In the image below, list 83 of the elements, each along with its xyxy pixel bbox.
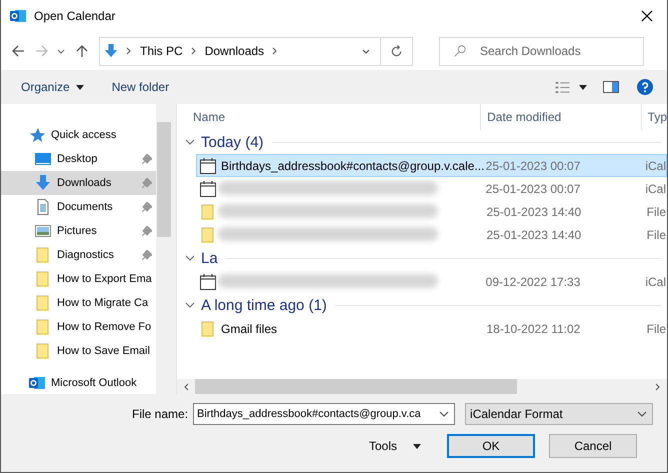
- breadcrumb[interactable]: Downloads: [204, 44, 264, 58]
- folder-icon: [35, 319, 51, 335]
- scrollbar[interactable]: [177, 379, 667, 394]
- file-name-field[interactable]: Birthdays_addressbook#contacts@group.v.ca: [193, 403, 456, 425]
- group-header[interactable]: A long time ago (1): [201, 296, 327, 314]
- calendar-icon: [200, 274, 216, 290]
- monitor-icon: [35, 151, 51, 167]
- breadcrumb[interactable]: This PC: [140, 44, 183, 58]
- search-icon: [454, 44, 466, 56]
- column-header[interactable]: Name: [177, 104, 482, 130]
- pin-icon[interactable]: [142, 154, 152, 164]
- close-icon[interactable]: [641, 10, 653, 22]
- refresh-icon[interactable]: [390, 44, 403, 58]
- group-header[interactable]: Today (4): [201, 134, 264, 150]
- folder-icon: [35, 295, 51, 311]
- format-dropdown[interactable]: iCalendar Format: [465, 403, 654, 425]
- caret-icon: [76, 84, 84, 90]
- file-row[interactable]: Birthdays_addressbook#contacts@group.v.cale...25-01-2023 00:07 iCal: [196, 154, 667, 177]
- window-title: Open Calendar: [34, 9, 116, 23]
- outlook-icon: [10, 8, 26, 24]
- chevron-down-icon[interactable]: [185, 139, 195, 145]
- ok-button[interactable]: OK: [447, 434, 535, 458]
- column-header[interactable]: Typ: [642, 104, 667, 130]
- new-folder-button[interactable]: New folder: [104, 76, 178, 98]
- dropdown-arrow-icon[interactable]: [579, 84, 587, 90]
- column-header[interactable]: Date modified: [481, 104, 642, 130]
- file-row[interactable]: Gmail files 18-10-2022 11:02 File: [196, 317, 667, 340]
- chevron-right-icon: [126, 47, 132, 55]
- download-arrow-icon: [35, 175, 51, 191]
- sidebar-item[interactable]: Pictures: [1, 219, 156, 243]
- folder-icon: [200, 320, 216, 336]
- search-field[interactable]: Search Downloads: [439, 36, 644, 66]
- file-row[interactable]: 25-01-2023 00:07 iCal: [196, 177, 667, 200]
- organize-button[interactable]: Organize: [13, 76, 92, 98]
- chevron-right-icon: [272, 47, 278, 55]
- help-icon[interactable]: [637, 79, 653, 95]
- outlook-icon: [29, 375, 45, 391]
- folder-icon: [200, 204, 216, 220]
- calendar-icon: [200, 180, 216, 196]
- cancel-button[interactable]: Cancel: [549, 434, 637, 458]
- pin-icon[interactable]: [142, 226, 152, 236]
- chevron-down-icon[interactable]: [362, 47, 370, 55]
- sidebar-item[interactable]: Diagnostics: [1, 243, 156, 267]
- chevron-down-icon[interactable]: [439, 411, 450, 417]
- file-row[interactable]: 25-01-2023 14:40 File: [196, 200, 667, 223]
- details-view-icon[interactable]: [555, 80, 571, 94]
- folder-icon: [35, 271, 51, 287]
- folder-icon: [200, 226, 216, 242]
- sidebar-item[interactable]: How to Export Ema: [1, 267, 156, 291]
- field-label: File name:: [132, 407, 188, 421]
- chevron-down-icon[interactable]: [185, 302, 195, 308]
- preview-pane-icon[interactable]: [603, 81, 619, 93]
- sidebar-item[interactable]: Documents: [1, 195, 156, 219]
- star-icon: [29, 127, 45, 143]
- chevron-right-icon[interactable]: [655, 382, 661, 390]
- document-icon: [35, 199, 51, 215]
- folder-icon: [35, 343, 51, 359]
- pin-icon[interactable]: [142, 202, 152, 212]
- download-arrow-icon: [104, 43, 118, 59]
- sidebar-item[interactable]: Microsoft Outlook: [1, 371, 156, 394]
- chevron-down-icon[interactable]: [57, 47, 65, 55]
- file-row[interactable]: 09-12-2022 17:33 iCal: [196, 270, 667, 293]
- chevron-left-icon[interactable]: [183, 382, 189, 390]
- caret-icon: [413, 444, 421, 448]
- sidebar-item[interactable]: How to Remove Fo: [1, 315, 156, 339]
- sidebar-item[interactable]: How to Migrate Ca: [1, 291, 156, 315]
- pin-icon[interactable]: [142, 250, 152, 260]
- sidebar-item[interactable]: Downloads: [1, 171, 156, 195]
- chevron-down-icon[interactable]: [185, 255, 195, 261]
- back-arrow-icon[interactable]: [11, 44, 25, 58]
- picture-icon: [35, 223, 51, 239]
- tools-button[interactable]: Tools: [362, 438, 427, 454]
- chevron-right-icon: [190, 47, 197, 55]
- calendar-icon: [200, 158, 216, 174]
- up-arrow-icon[interactable]: [75, 44, 89, 58]
- sidebar-item[interactable]: Quick access: [1, 123, 156, 147]
- sidebar-item[interactable]: Desktop: [1, 147, 156, 171]
- group-header[interactable]: La: [201, 250, 218, 266]
- sidebar-item[interactable]: How to Save Email: [1, 339, 156, 363]
- file-row[interactable]: 25-01-2023 14:40 File: [196, 223, 667, 246]
- address-bar[interactable]: This PC Downloads: [99, 36, 413, 66]
- chevron-down-icon: [637, 411, 648, 417]
- folder-icon: [35, 247, 51, 263]
